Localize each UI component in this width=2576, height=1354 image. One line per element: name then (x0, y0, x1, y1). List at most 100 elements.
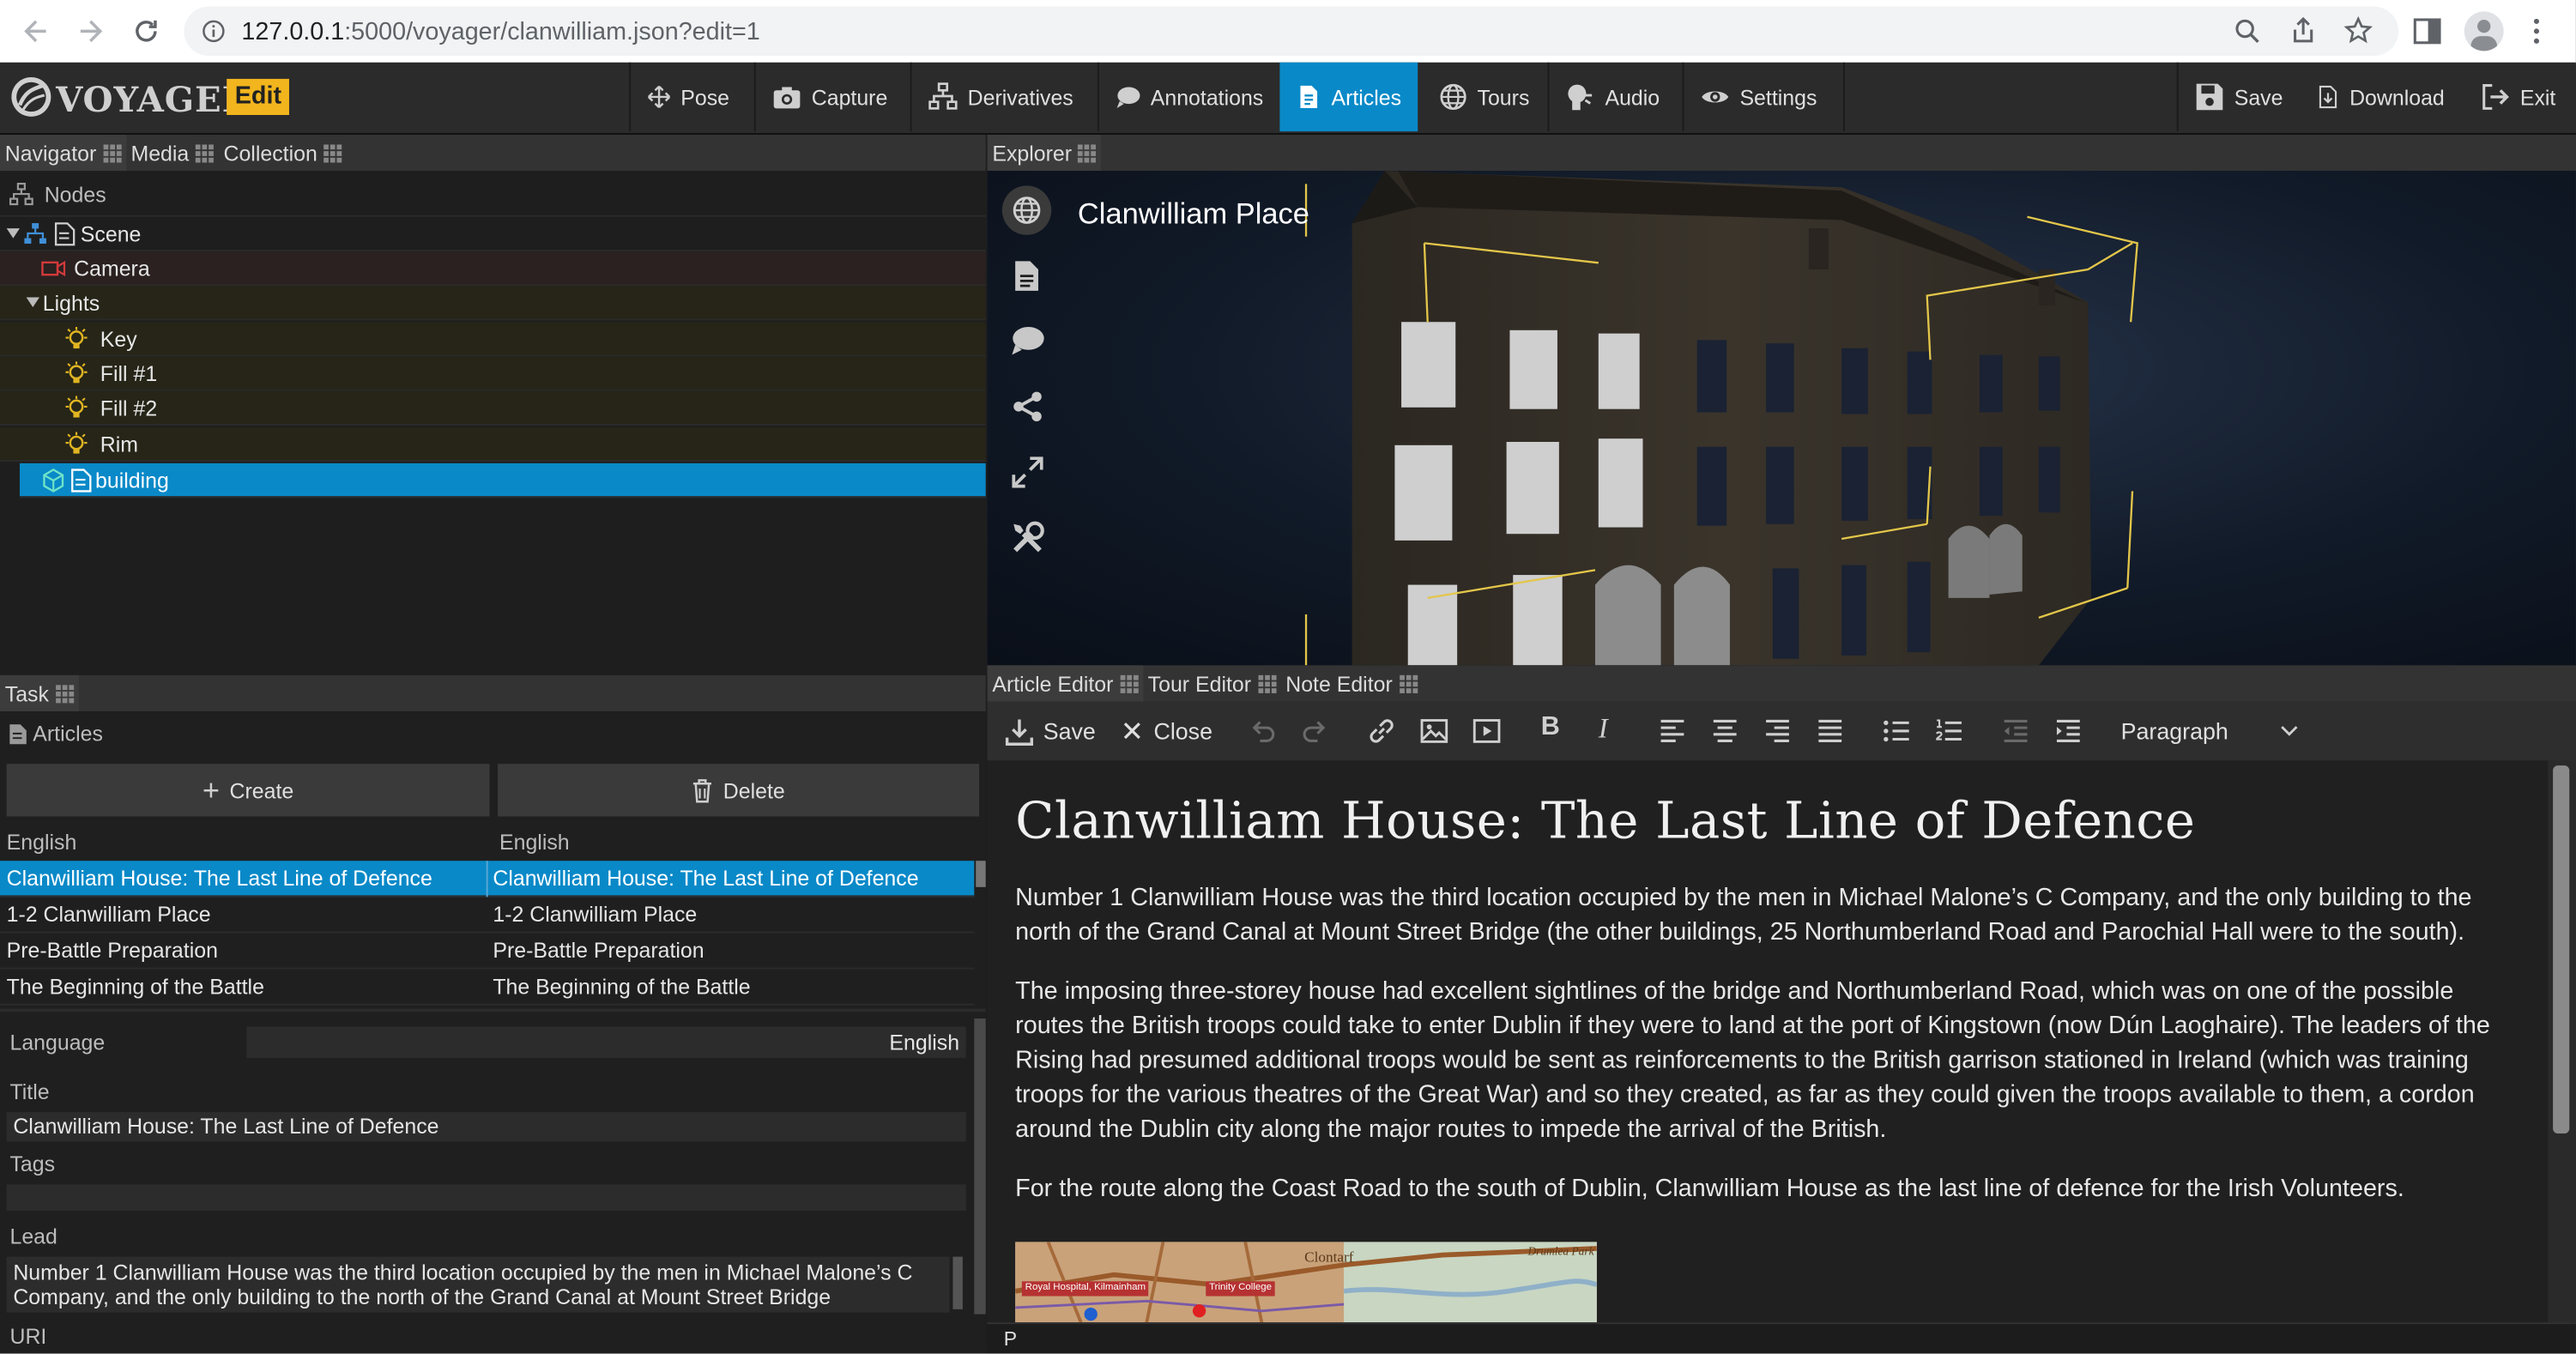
address-bar[interactable]: 127.0.0.1:5000/voyager/clanwilliam.json?… (184, 6, 2399, 57)
download-button[interactable]: Download (2300, 63, 2461, 131)
article-scrollbar-track[interactable] (2548, 760, 2576, 1323)
caret-down-icon[interactable] (26, 297, 39, 308)
tab-explorer[interactable]: Explorer (987, 134, 1102, 172)
numbered-list-icon[interactable] (1933, 716, 1962, 746)
article-list-item[interactable]: The Beginning of the Battle The Beginnin… (0, 970, 975, 1006)
article-scrollbar-thumb[interactable] (2553, 765, 2570, 1134)
tree-node-light-fill1[interactable]: Fill #1 (0, 356, 986, 391)
align-justify-icon[interactable] (1816, 716, 1845, 746)
article-list-header: English English (0, 825, 974, 859)
caret-down-icon[interactable] (6, 228, 20, 239)
globe-tool-button[interactable] (1001, 185, 1052, 235)
toolbar-derivatives-label: Derivatives (967, 84, 1073, 110)
align-center-icon[interactable] (1710, 716, 1739, 746)
url-path: :5000/voyager/clanwilliam.json?edit=1 (344, 18, 760, 46)
side-panel-icon[interactable] (2413, 18, 2441, 45)
italic-icon[interactable]: I (1599, 713, 1608, 746)
article-map-image[interactable]: Royal Hospital, Kilmainham Trinity Colle… (1015, 1242, 1597, 1323)
article-list-item[interactable]: 1-2 Clanwilliam Place 1-2 Clanwilliam Pl… (0, 897, 975, 934)
toolbar-articles-button[interactable]: Articles (1279, 62, 1418, 132)
reload-icon[interactable] (130, 15, 162, 47)
tree-node-light-rim[interactable]: Rim (0, 426, 986, 462)
tab-article-editor[interactable]: Article Editor (987, 665, 1143, 702)
align-left-icon[interactable] (1658, 716, 1687, 746)
language-select[interactable]: English (246, 1026, 966, 1058)
image-icon[interactable] (1419, 716, 1448, 746)
article-list-item[interactable]: Pre-Battle Preparation Pre-Battle Prepar… (0, 933, 975, 970)
title-field[interactable]: Clanwilliam House: The Last Line of Defe… (6, 1112, 966, 1142)
editor-close-button[interactable]: ✕ Close (1121, 716, 1212, 746)
create-article-button[interactable]: + Create (6, 764, 490, 817)
back-icon[interactable] (20, 15, 52, 47)
bullet-list-icon[interactable] (1881, 716, 1910, 746)
toolbar-pose-button[interactable]: Pose (631, 63, 746, 131)
zoom-icon[interactable] (2234, 18, 2261, 45)
exit-button[interactable]: Exit (2464, 63, 2573, 131)
forward-icon[interactable] (74, 15, 106, 47)
column-header: English (6, 829, 77, 855)
lead-scrollbar[interactable] (952, 1256, 963, 1309)
lead-textarea[interactable]: Number 1 Clanwilliam House was the third… (6, 1256, 950, 1313)
toolbar-derivatives-button[interactable]: Derivatives (912, 63, 1096, 131)
media-icon[interactable] (1472, 716, 1501, 746)
toolbar-audio-button[interactable]: Audio (1549, 63, 1680, 131)
tab-task[interactable]: Task (0, 674, 79, 711)
plus-icon: + (202, 773, 221, 807)
toolbar-tours-label: Tours (1477, 84, 1530, 110)
toolbar-capture-button[interactable]: Capture (756, 63, 907, 131)
grid-icon (1078, 143, 1097, 162)
article-content[interactable]: Clanwilliam House: The Last Line of Defe… (1015, 772, 2526, 1230)
tree-node-light-key[interactable]: Key (0, 322, 986, 357)
share-icon[interactable] (1012, 391, 1043, 422)
align-right-icon[interactable] (1763, 716, 1792, 746)
editor-save-button[interactable]: Save (1005, 716, 1096, 746)
camera-icon (773, 87, 801, 109)
article-title: Clanwilliam House: The Last Line of Defe… (1015, 791, 2196, 851)
tab-media[interactable]: Media (126, 135, 219, 171)
tree-node-lights[interactable]: Lights (0, 286, 986, 321)
list-scrollbar[interactable] (976, 861, 986, 887)
tools-icon[interactable] (1010, 521, 1044, 555)
tree-node-camera[interactable]: Camera (0, 251, 986, 287)
download-label: Download (2349, 84, 2445, 110)
explorer-viewport[interactable]: Clanwilliam Place (987, 171, 2576, 666)
comment-icon[interactable] (1010, 325, 1044, 356)
app-toolbar: VOYAGER Edit Pose Capture Derivatives An… (0, 62, 2576, 135)
bookmark-star-icon[interactable] (2343, 16, 2373, 45)
tree-label: Fill #2 (100, 396, 158, 421)
block-format-select[interactable]: Paragraph (2107, 710, 2311, 753)
bold-icon[interactable]: B (1541, 713, 1560, 742)
document-icon[interactable] (1012, 259, 1041, 292)
article-list-item[interactable]: Clanwilliam House: The Last Line of Defe… (0, 861, 975, 898)
redo-icon[interactable] (1301, 716, 1330, 746)
tree-node-light-fill2[interactable]: Fill #2 (0, 390, 986, 426)
explorer-tabbar: Explorer (987, 134, 2576, 172)
undo-icon[interactable] (1247, 716, 1276, 746)
delete-article-button[interactable]: Delete (498, 764, 980, 817)
toolbar-annotations-label: Annotations (1150, 84, 1264, 110)
tab-navigator[interactable]: Navigator (0, 134, 126, 172)
site-info-icon[interactable] (202, 20, 225, 43)
toolbar-annotations-button[interactable]: Annotations (1099, 63, 1280, 131)
browser-menu-icon[interactable] (2524, 16, 2550, 45)
tab-collection[interactable]: Collection (219, 135, 348, 171)
tree-node-scene[interactable]: Scene (0, 217, 986, 251)
share-icon[interactable] (2290, 16, 2317, 45)
building-3d-model[interactable] (988, 171, 2576, 666)
toolbar-settings-button[interactable]: Settings (1684, 63, 1841, 131)
profile-avatar[interactable] (2464, 11, 2504, 51)
tags-field[interactable] (6, 1184, 966, 1211)
tree-node-building[interactable]: building (19, 462, 986, 499)
task-scrollbar[interactable] (974, 1018, 986, 1315)
tab-tour-editor[interactable]: Tour Editor (1143, 665, 1281, 701)
link-icon[interactable] (1367, 716, 1396, 746)
create-label: Create (229, 777, 294, 803)
tab-note-editor[interactable]: Note Editor (1281, 665, 1423, 701)
save-button[interactable]: Save (2179, 63, 2301, 131)
tab-article-editor-label: Article Editor (992, 671, 1114, 696)
tab-media-label: Media (130, 140, 190, 166)
outdent-icon[interactable] (2001, 716, 2030, 746)
fullscreen-icon[interactable] (1012, 456, 1043, 488)
indent-icon[interactable] (2053, 716, 2083, 746)
toolbar-tours-button[interactable]: Tours (1423, 63, 1546, 131)
